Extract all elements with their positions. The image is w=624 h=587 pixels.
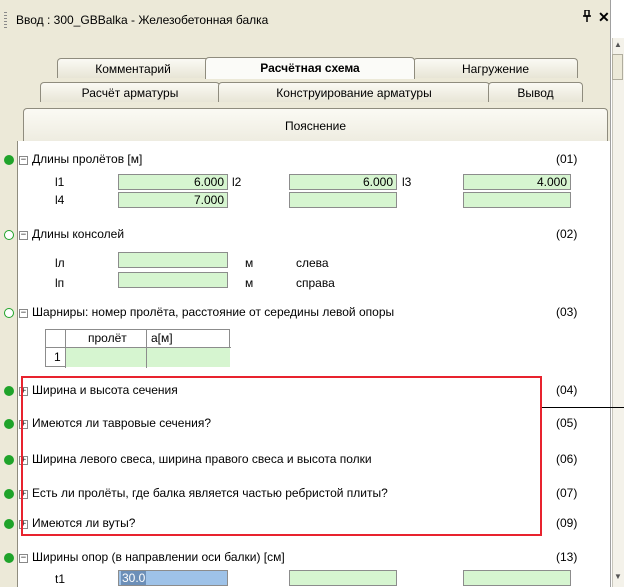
status-filled-icon — [4, 386, 14, 396]
status-empty-icon — [4, 308, 14, 318]
window-title: Ввод : 300_GBBalka - Железобетонная балк… — [16, 13, 269, 27]
section-supports-label: Ширины опор (в направлении оси балки) [с… — [32, 550, 285, 564]
tab-rebar-calc[interactable]: Расчёт арматуры — [40, 82, 220, 102]
l1-field[interactable]: 6.000 — [118, 174, 228, 190]
tab-label: Пояснение — [284, 119, 347, 133]
tab-calc-scheme[interactable]: Расчётная схема — [205, 57, 415, 79]
tab-label: Расчётная схема — [260, 61, 360, 75]
section-spans-label: Длины пролётов [м] — [32, 152, 143, 166]
section-code: (07) — [556, 486, 578, 500]
t1-label: t1 — [55, 572, 66, 586]
annotation-pointer-line — [542, 407, 624, 408]
collapse-icon[interactable]: − — [19, 156, 28, 165]
console-right-label: lп — [55, 276, 65, 290]
collapse-icon[interactable]: − — [19, 231, 28, 240]
section-code: (06) — [556, 452, 578, 466]
tab-label: Вывод — [517, 86, 554, 100]
console-left-field[interactable] — [118, 252, 228, 268]
hinge-span-cell[interactable] — [66, 348, 146, 367]
collapse-icon[interactable]: − — [19, 309, 28, 318]
status-filled-icon — [4, 155, 14, 165]
unit-label: м — [245, 256, 254, 270]
side-left-label: слева — [296, 256, 329, 270]
l2-label: l2 — [232, 175, 242, 189]
section-code: (09) — [556, 516, 578, 530]
tab-label: Расчёт арматуры — [81, 86, 179, 100]
l3-field[interactable]: 4.000 — [463, 174, 571, 190]
collapse-icon[interactable]: − — [19, 554, 28, 563]
section-code: (05) — [556, 416, 578, 430]
l1-label: l1 — [55, 175, 65, 189]
unit-label: м — [245, 276, 254, 290]
title-bar[interactable]: Ввод : 300_GBBalka - Железобетонная балк… — [0, 0, 610, 38]
status-filled-icon — [4, 519, 14, 529]
pin-icon[interactable] — [582, 9, 592, 25]
drag-grip-icon[interactable] — [4, 12, 7, 28]
status-empty-icon — [4, 230, 14, 240]
section-consoles-label: Длины консолей — [32, 227, 125, 241]
scroll-up-icon[interactable]: ▲ — [612, 40, 624, 49]
status-filled-icon — [4, 419, 14, 429]
column-header: пролёт — [88, 331, 127, 345]
tab-explanation[interactable]: Пояснение — [23, 108, 608, 142]
annotation-highlight-box — [21, 376, 542, 536]
column-header: a[м] — [151, 331, 173, 345]
status-filled-icon — [4, 455, 14, 465]
status-filled-icon — [4, 553, 14, 563]
scroll-down-icon[interactable]: ▼ — [612, 572, 624, 581]
section-code: (02) — [556, 227, 578, 241]
tab-rebar-design[interactable]: Конструирование арматуры — [218, 82, 490, 102]
row-header: 1 — [54, 350, 61, 364]
vertical-scrollbar[interactable] — [612, 38, 624, 587]
tab-output[interactable]: Вывод — [488, 82, 583, 102]
section-code: (01) — [556, 152, 578, 166]
l2-field[interactable]: 6.000 — [289, 174, 397, 190]
status-filled-icon — [4, 489, 14, 499]
l3-label: l3 — [402, 175, 412, 189]
hinges-table: пролёт a[м] 1 — [45, 329, 231, 368]
tab-label: Комментарий — [95, 62, 171, 76]
scrollbar-thumb[interactable] — [612, 54, 623, 80]
empty-field[interactable] — [289, 570, 397, 586]
side-right-label: справа — [296, 276, 335, 290]
empty-field[interactable] — [289, 192, 397, 208]
section-hinges-label: Шарниры: номер пролёта, расстояние от се… — [32, 305, 395, 319]
section-code: (13) — [556, 550, 578, 564]
l4-label: l4 — [55, 193, 65, 207]
section-code: (04) — [556, 383, 578, 397]
tab-comment[interactable]: Комментарий — [57, 58, 209, 78]
console-right-field[interactable] — [118, 272, 228, 288]
l4-field[interactable]: 7.000 — [118, 192, 228, 208]
close-icon[interactable]: ✕ — [598, 9, 610, 26]
tab-label: Конструирование арматуры — [276, 86, 432, 100]
section-code: (03) — [556, 305, 578, 319]
hinge-a-cell[interactable] — [147, 348, 230, 367]
empty-field[interactable] — [463, 570, 571, 586]
console-left-label: lл — [55, 256, 65, 270]
tab-loading[interactable]: Нагружение — [413, 58, 578, 78]
tab-label: Нагружение — [461, 62, 530, 76]
empty-field[interactable] — [463, 192, 571, 208]
t1-value: 30.0 — [121, 571, 147, 585]
t1-field[interactable]: 30.0 — [118, 570, 228, 586]
